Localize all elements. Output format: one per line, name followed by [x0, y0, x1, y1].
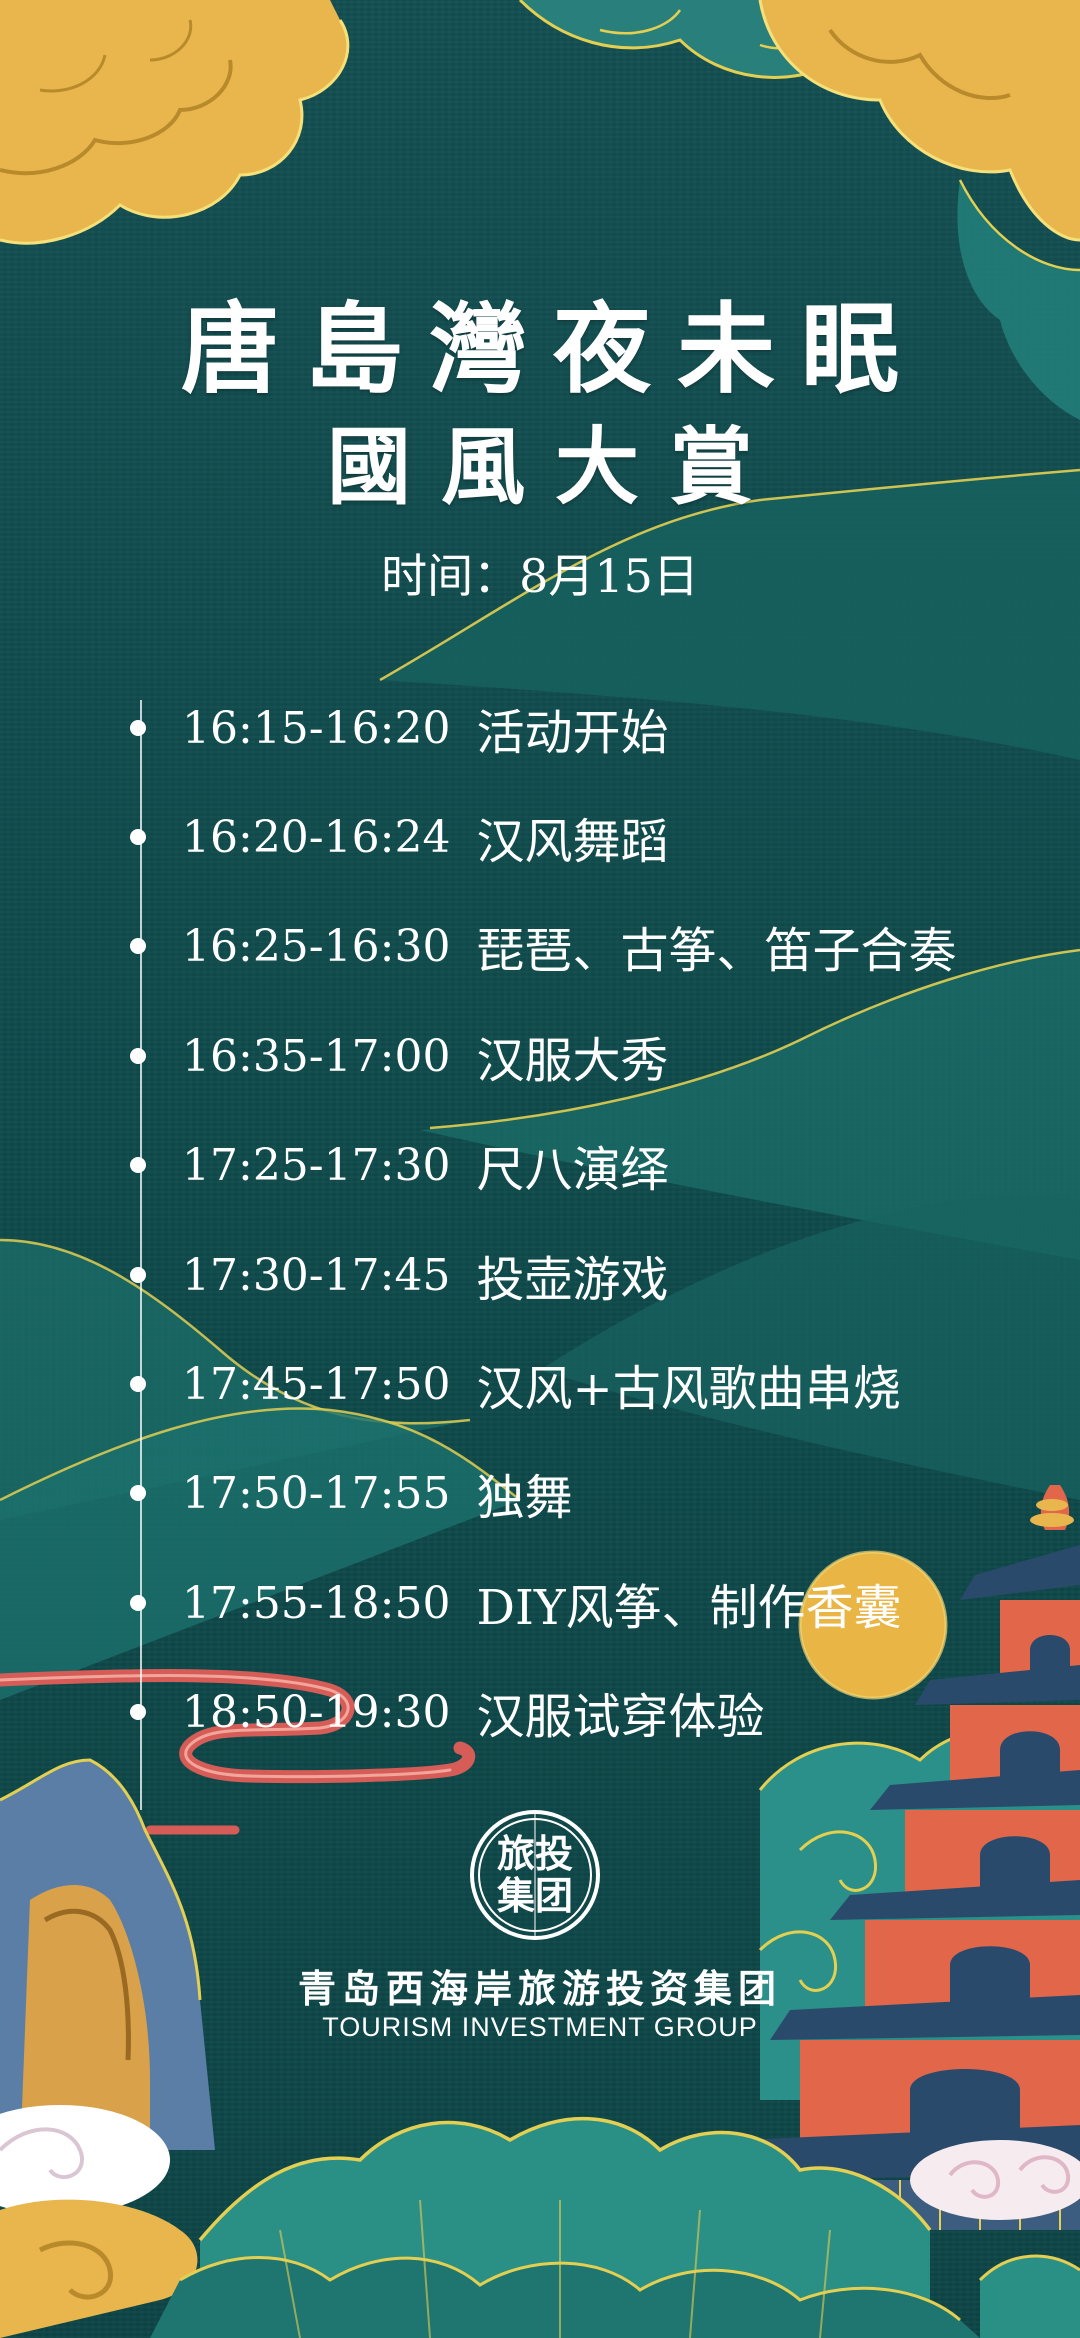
event-date: 时间：8月15日	[381, 549, 699, 603]
event-subtitle: 國風大賞	[326, 417, 783, 516]
poster: 唐島灣夜未眠 國風大賞 时间：8月15日 16:15-16:20 活动开始 16…	[0, 0, 1080, 2338]
cloud-top-right	[758, 0, 1080, 242]
logo-text: 旅投集团	[496, 1831, 573, 1918]
mountain-ridge-5	[540, 1196, 1080, 1500]
cloud-top-left	[0, 0, 350, 245]
organization-english-name: TOURISM INVESTMENT GROUP	[322, 2012, 758, 2042]
timeline-line	[140, 700, 142, 1810]
logo: 旅投集团	[472, 1812, 598, 1938]
organization-name: 青岛西海岸旅游投资集团	[297, 1966, 782, 2011]
event-title: 唐島灣夜未眠	[180, 292, 925, 407]
